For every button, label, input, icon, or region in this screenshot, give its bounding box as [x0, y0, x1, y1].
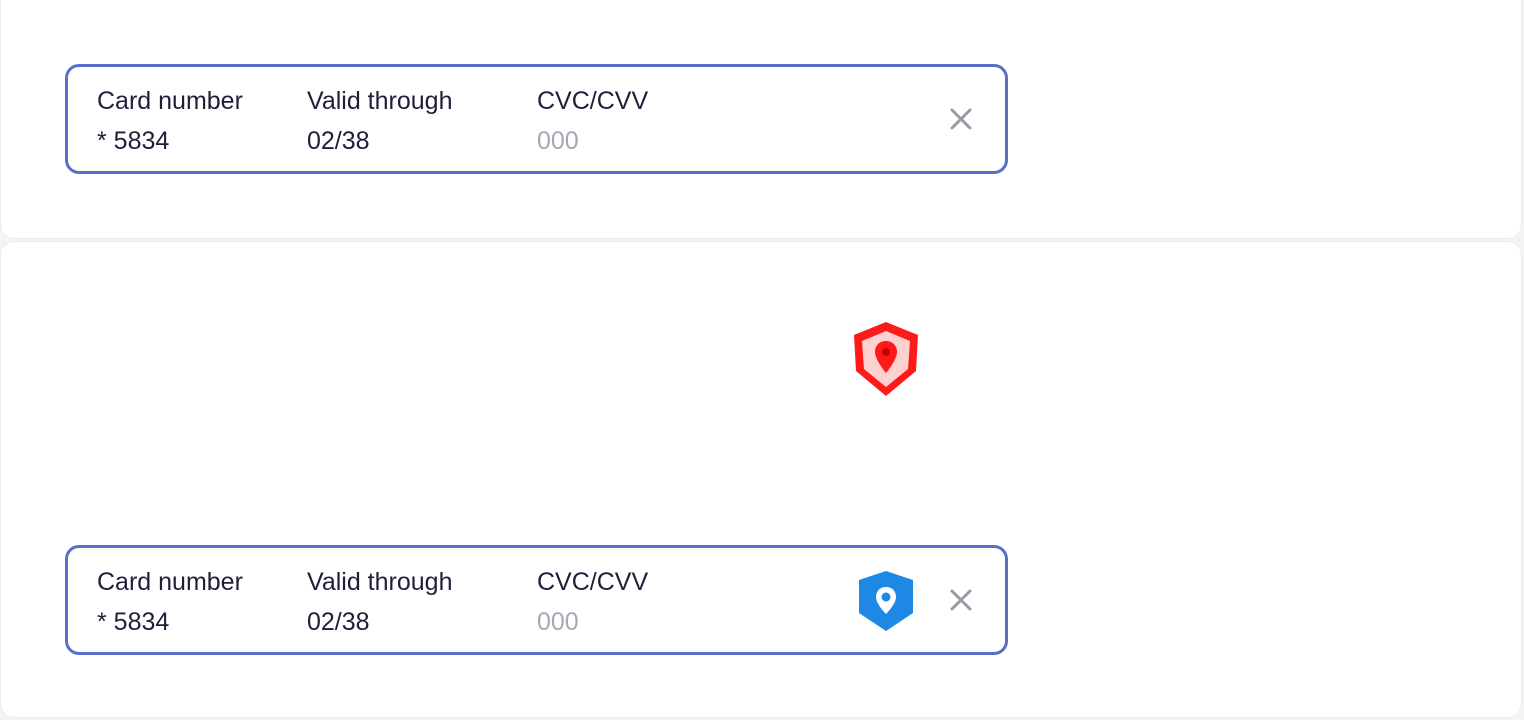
- close-icon[interactable]: [949, 107, 973, 131]
- close-icon[interactable]: [949, 588, 973, 612]
- card-details-row: Card number * 5834 Valid through 02/38 C…: [65, 545, 1008, 655]
- valid-through-value: 02/38: [307, 127, 370, 155]
- cvc-field: CVC/CVV: [537, 567, 657, 637]
- card-number-label: Card number: [97, 568, 243, 596]
- card-number-value: * 5834: [97, 127, 170, 155]
- bottom-card-panel: Card number * 5834 Valid through 02/38 C…: [0, 241, 1522, 718]
- card-number-field: Card number * 5834: [97, 86, 243, 156]
- card-number-label: Card number: [97, 87, 243, 115]
- card-details-row: Card number * 5834 Valid through 02/38 C…: [65, 64, 1008, 174]
- card-number-value: * 5834: [97, 608, 170, 636]
- valid-through-label: Valid through: [307, 87, 453, 115]
- valid-through-field: Valid through 02/38: [307, 86, 452, 156]
- cvc-field: CVC/CVV: [537, 86, 657, 156]
- cvc-label: CVC/CVV: [537, 87, 649, 115]
- valid-through-label: Valid through: [307, 568, 453, 596]
- cvc-label: CVC/CVV: [537, 568, 649, 596]
- valid-through-value: 02/38: [307, 608, 370, 636]
- cvc-input[interactable]: [537, 126, 657, 156]
- cvc-input[interactable]: [537, 607, 657, 637]
- top-card-panel: Card number * 5834 Valid through 02/38 C…: [0, 0, 1522, 239]
- location-shield-icon[interactable]: [850, 319, 922, 399]
- location-shield-icon[interactable]: [855, 569, 917, 633]
- card-number-field: Card number * 5834: [97, 567, 243, 637]
- valid-through-field: Valid through 02/38: [307, 567, 452, 637]
